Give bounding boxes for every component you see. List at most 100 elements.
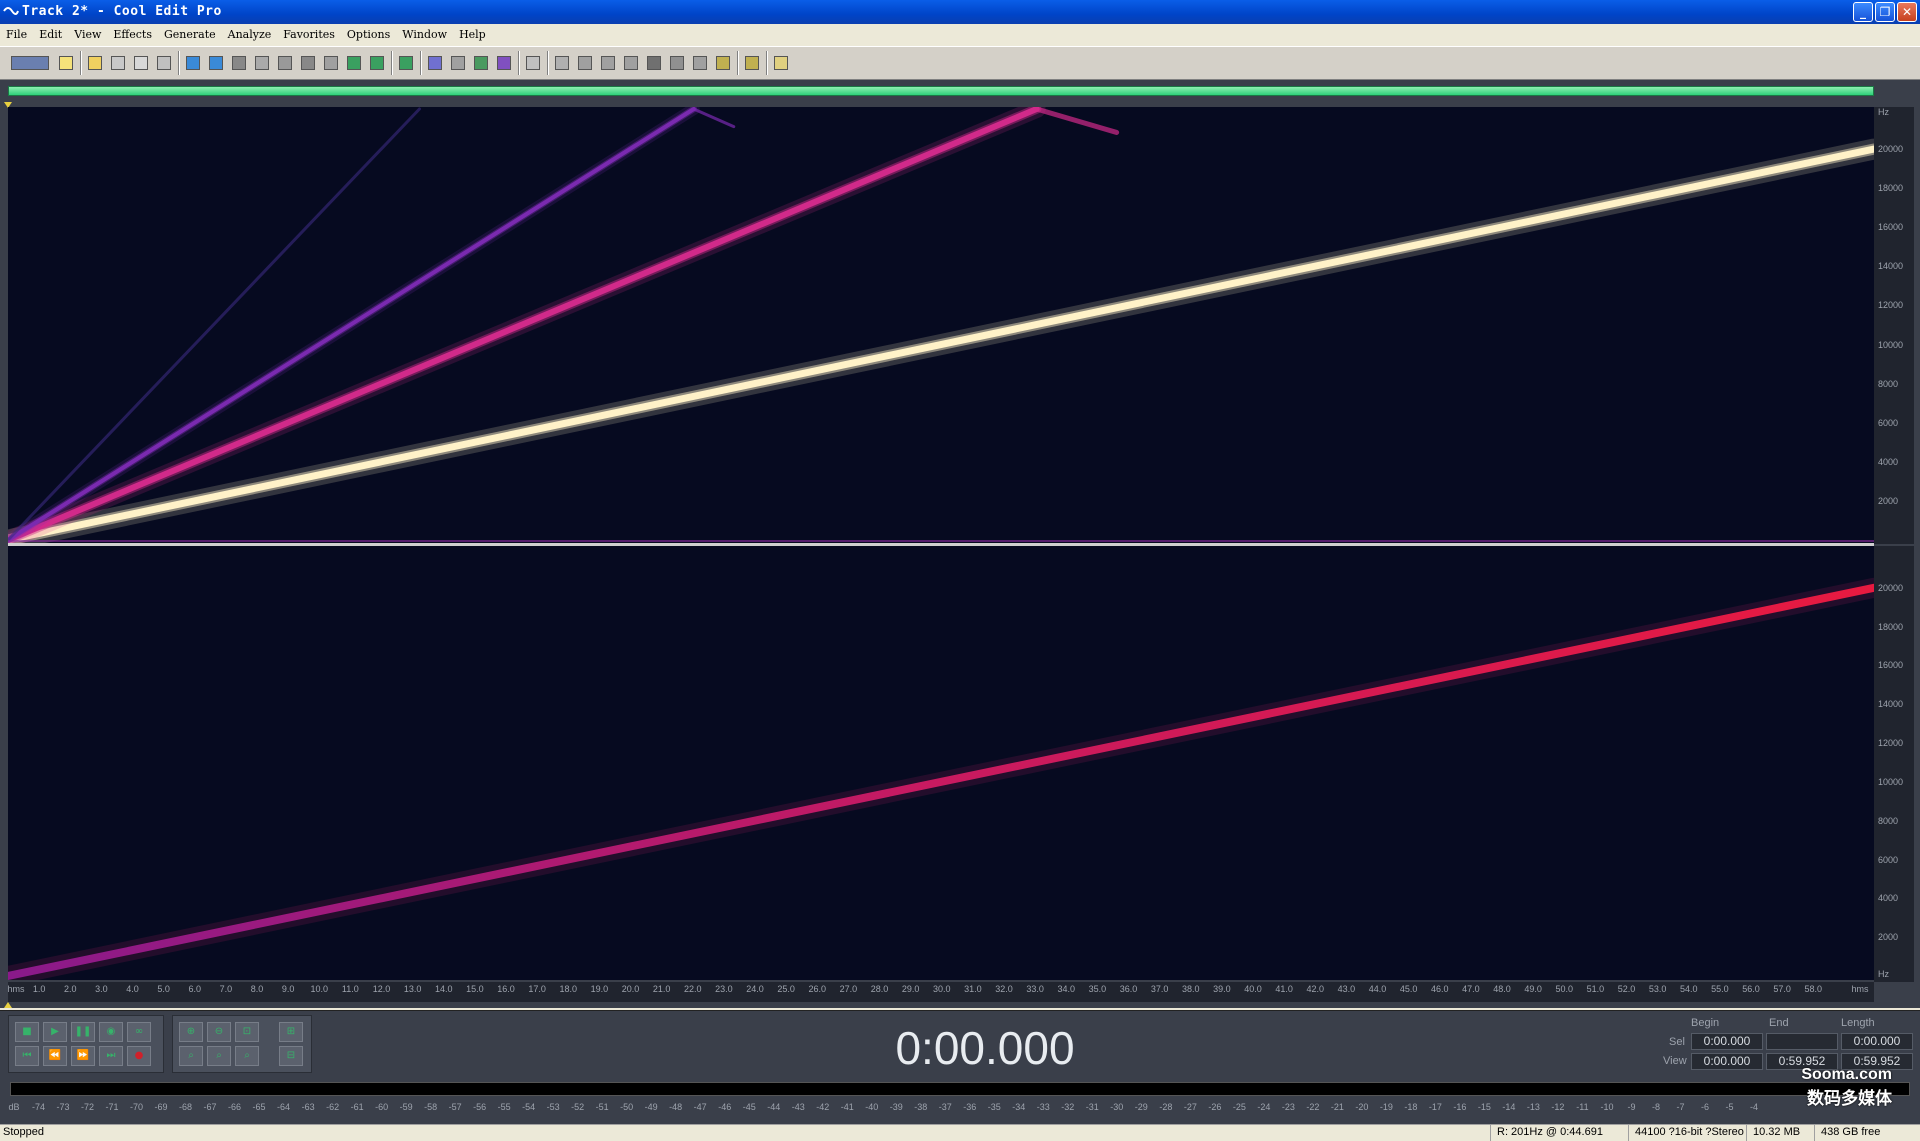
time-tick-label: 22.0 xyxy=(683,984,702,994)
view-begin-field[interactable]: 0:00.000 xyxy=(1691,1053,1763,1070)
sel-end-field[interactable] xyxy=(1766,1033,1838,1050)
restore-button[interactable]: ❐ xyxy=(1875,2,1895,22)
spectrogram-left-channel[interactable] xyxy=(8,107,1874,544)
toolbar-redo-button[interactable] xyxy=(206,52,226,74)
play-to-end-button[interactable]: ◉ xyxy=(99,1022,123,1042)
spectrogram-right-channel[interactable] xyxy=(8,546,1874,980)
toolbar-select-all-button[interactable] xyxy=(252,52,272,74)
toolbar-waveform-view-toggle-button[interactable] xyxy=(8,52,52,74)
zoom-selection-button[interactable]: ⊞ xyxy=(279,1022,303,1042)
stop-button[interactable]: ■ xyxy=(15,1022,39,1042)
level-meter-tick: -18 xyxy=(1404,1102,1418,1112)
toolbar-paste-new-button[interactable] xyxy=(344,52,364,74)
record-button[interactable]: ● xyxy=(127,1046,151,1066)
level-meter-tick: -69 xyxy=(154,1102,168,1112)
toolbar-save-all-button[interactable] xyxy=(154,52,174,74)
level-meter-tick: -31 xyxy=(1085,1102,1099,1112)
menu-effects[interactable]: Effects xyxy=(107,26,158,46)
status-separator xyxy=(1628,1125,1629,1141)
toolbar-zoom-in-button[interactable] xyxy=(575,52,595,74)
toolbar xyxy=(0,46,1920,80)
zoom-in-icon xyxy=(578,56,592,70)
time-tick-label: 56.0 xyxy=(1742,984,1760,994)
toolbar-envelope-button[interactable] xyxy=(552,52,572,74)
freq-tick-label: 12000 xyxy=(1878,300,1904,311)
toolbar-help-button[interactable] xyxy=(771,52,791,74)
menu-edit[interactable]: Edit xyxy=(33,26,68,46)
pause-button[interactable]: ❚❚ xyxy=(71,1022,95,1042)
zoom-in-horizontal-button[interactable]: ⊕ xyxy=(179,1022,203,1042)
freq-tick-label: 4000 xyxy=(1878,893,1899,904)
toolbar-close-button[interactable] xyxy=(108,52,128,74)
menu-view[interactable]: View xyxy=(68,26,107,46)
zoom-in-vertical-button[interactable]: ⌕ xyxy=(235,1046,259,1066)
toolbar-pan-view-button[interactable] xyxy=(471,52,491,74)
time-ruler[interactable]: hms hms 1.0 2.0 3.0 4.0 5.0 6.0 7.0 8.0 9.0 10.0 1… xyxy=(7,982,1874,1002)
time-tick-label: 21.0 xyxy=(652,984,671,994)
begin-marker-bottom[interactable] xyxy=(4,1002,12,1008)
copy-icon xyxy=(301,56,315,70)
toolbar-settings-button[interactable] xyxy=(713,52,733,74)
sel-begin-field[interactable]: 0:00.000 xyxy=(1691,1033,1763,1050)
sel-row-label: Sel xyxy=(1669,1036,1685,1048)
toolbar-separator xyxy=(391,51,393,75)
level-meter-tick: -35 xyxy=(987,1102,1001,1112)
toolbar-new-button[interactable] xyxy=(56,52,76,74)
play-button[interactable]: ▶ xyxy=(43,1022,67,1042)
zoom-out-vertical-button[interactable]: ⊟ xyxy=(279,1046,303,1066)
toolbar-metronome-button[interactable] xyxy=(667,52,687,74)
level-meter-tick: -26 xyxy=(1208,1102,1222,1112)
menu-analyze[interactable]: Analyze xyxy=(222,26,278,46)
zoom-out-horizontal-button[interactable]: ⊖ xyxy=(207,1022,231,1042)
toolbar-open-button[interactable] xyxy=(85,52,105,74)
menu-generate[interactable]: Generate xyxy=(158,26,222,46)
zoom-right-button[interactable]: ⌕ xyxy=(207,1046,231,1066)
menu-favorites[interactable]: Favorites xyxy=(277,26,341,46)
toolbar-spectral-view-button[interactable] xyxy=(425,52,445,74)
menu-help[interactable]: Help xyxy=(453,26,492,46)
overview-bar[interactable] xyxy=(8,86,1874,96)
menu-file[interactable]: File xyxy=(0,26,33,46)
toolbar-snap-button[interactable] xyxy=(523,52,543,74)
spectral-plot-left xyxy=(8,107,1874,544)
freq-tick-label: 18000 xyxy=(1878,183,1904,194)
toolbar-undo-button[interactable] xyxy=(183,52,203,74)
time-tick-label: 32.0 xyxy=(995,984,1013,994)
toolbar-cd-player-button[interactable] xyxy=(644,52,664,74)
level-meter-tick: -55 xyxy=(497,1102,511,1112)
loop-button[interactable]: ∞ xyxy=(127,1022,151,1042)
waveform-editor[interactable]: Hz 20000 18000 16000 14000 12000 10000 8000 600… xyxy=(0,80,1920,1008)
toolbar-cut-button[interactable] xyxy=(275,52,295,74)
go-to-start-button[interactable]: ⏮ xyxy=(15,1046,39,1066)
toolbar-zoom-out-button[interactable] xyxy=(598,52,618,74)
toolbar-save-button[interactable] xyxy=(131,52,151,74)
toolbar-phase-view-button[interactable] xyxy=(494,52,514,74)
toolbar-waveform-view-button[interactable] xyxy=(448,52,468,74)
time-display: 0:00.000 xyxy=(895,1022,1075,1074)
rewind-button[interactable]: ⏪ xyxy=(43,1046,67,1066)
view-row-label: View xyxy=(1663,1055,1687,1067)
fast-forward-button[interactable]: ⏩ xyxy=(71,1046,95,1066)
zoom-controls: ⊕ ⊖ ⊡ ⊞ ⌕ ⌕ ⌕ ⊟ xyxy=(172,1015,312,1073)
time-tick-label: 52.0 xyxy=(1617,984,1636,994)
zoom-full-button[interactable]: ⊡ xyxy=(235,1022,259,1042)
toolbar-mix-paste-button[interactable] xyxy=(367,52,387,74)
toolbar-separator xyxy=(518,51,520,75)
minimize-button[interactable]: _ xyxy=(1853,2,1873,22)
close-button[interactable]: ✕ xyxy=(1897,2,1917,22)
toolbar-repeat-last-button[interactable] xyxy=(229,52,249,74)
zoom-left-button[interactable]: ⌕ xyxy=(179,1046,203,1066)
go-to-end-button[interactable]: ⏭ xyxy=(99,1046,123,1066)
level-meter-tick: -57 xyxy=(448,1102,462,1112)
toolbar-copy-button[interactable] xyxy=(298,52,318,74)
sel-length-field[interactable]: 0:00.000 xyxy=(1841,1033,1913,1050)
toolbar-loop-button[interactable] xyxy=(621,52,641,74)
menu-window[interactable]: Window xyxy=(396,26,453,46)
toolbar-cue-list-button[interactable] xyxy=(690,52,710,74)
toolbar-paste-button[interactable] xyxy=(321,52,341,74)
cool-edit-app-icon[interactable] xyxy=(3,4,19,18)
menu-options[interactable]: Options xyxy=(341,26,396,46)
toolbar-trim-button[interactable] xyxy=(396,52,416,74)
cue-list-icon xyxy=(693,56,707,70)
toolbar-help-context-button[interactable] xyxy=(742,52,762,74)
